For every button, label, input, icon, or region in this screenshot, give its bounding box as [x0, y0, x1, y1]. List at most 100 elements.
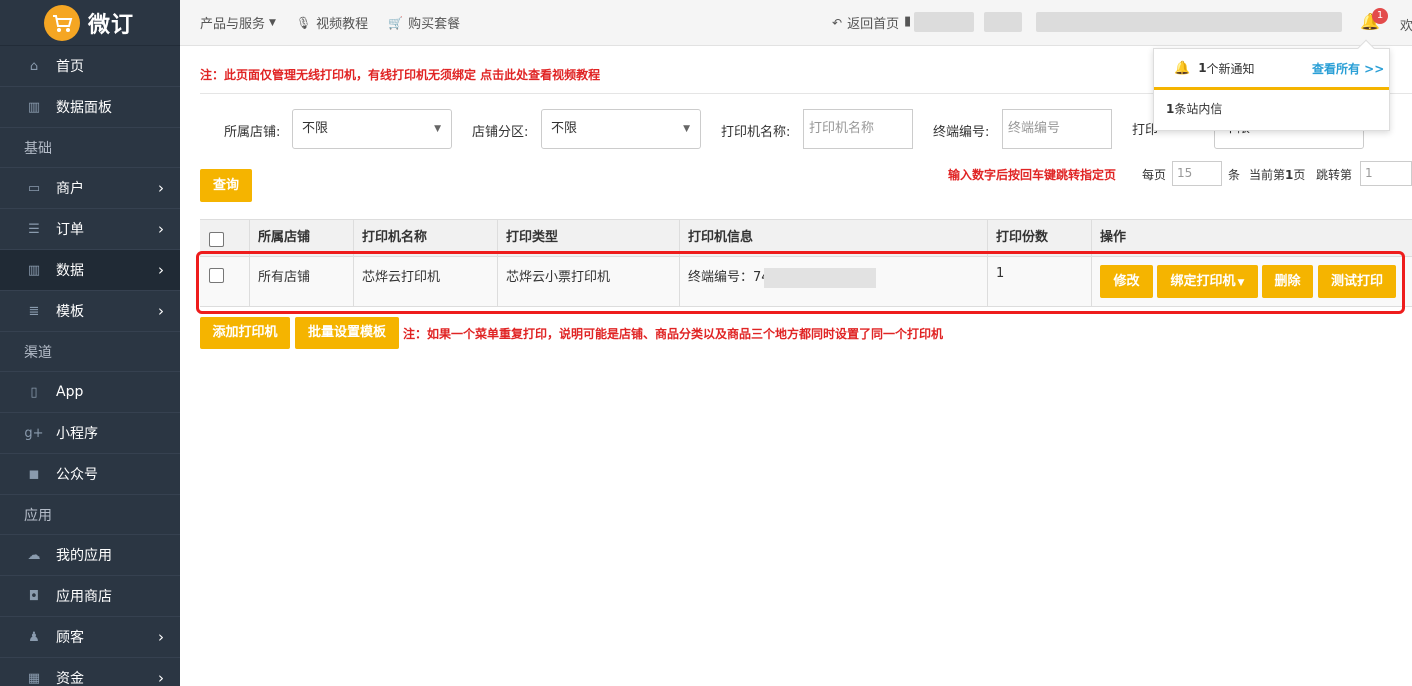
sidebar-item-label: 我的应用	[56, 548, 112, 564]
chevron-right-icon: ›	[158, 669, 164, 686]
sidebar-section: 基础	[0, 128, 180, 168]
notification-header: 🔔 1 个新通知 查看所有 >>	[1154, 49, 1389, 90]
printer-name-label: 打印机名称:	[721, 125, 791, 140]
caret-down-icon: ▼	[683, 124, 690, 134]
zone-select-value: 不限	[551, 121, 578, 136]
buy-package-label: 购买套餐	[408, 17, 461, 32]
chevron-right-icon: ›	[158, 220, 164, 238]
sidebar-item[interactable]: ◼ 公众号	[0, 454, 180, 495]
caret-down-icon: ▼	[434, 124, 441, 134]
sidebar-item-label: 商户	[56, 181, 84, 197]
chevron-right-icon: ›	[158, 302, 164, 320]
sidebar-item-label: 数据	[56, 263, 84, 279]
notification-bell[interactable]: 🔔 1	[1360, 8, 1388, 34]
laptop-icon: ▭	[27, 180, 41, 196]
sidebar-item[interactable]: ≣ 模板 ›	[0, 291, 180, 332]
sidebar-section: 应用	[0, 495, 180, 535]
store-select-value: 不限	[302, 121, 329, 136]
video-tutorial-label: 视频教程	[316, 17, 369, 32]
store-select[interactable]: 不限 ▼	[292, 109, 452, 149]
list-alt-icon: ≣	[28, 303, 40, 319]
buy-package-link[interactable]: 🛒 购买套餐	[388, 13, 461, 33]
zone-select[interactable]: 不限 ▼	[541, 109, 701, 149]
cart-logo-icon	[44, 4, 80, 41]
sidebar-item[interactable]: ☁ 我的应用	[0, 535, 180, 576]
notification-dropdown: 🔔 1 个新通知 查看所有 >> 1条站内信	[1153, 39, 1390, 131]
microphone-icon: 🎙	[295, 15, 312, 30]
chevron-right-icon: ›	[158, 261, 164, 279]
sidebar-item-label: 应用商店	[56, 589, 112, 605]
cart-icon: 🛒	[388, 15, 404, 30]
sidebar-item[interactable]: g+ 小程序	[0, 413, 180, 454]
pager-hint: 输入数字后按回车键跳转指定页	[948, 168, 1117, 182]
sidebar-item[interactable]: ▦ 资金 ›	[0, 658, 180, 686]
current-page-info: 当前第1页	[1249, 166, 1305, 183]
sidebar-item[interactable]: ▥ 数据 ›	[0, 250, 180, 291]
printer-name-input[interactable]: 打印机名称	[803, 109, 913, 149]
reply-arrow-icon: ↶	[832, 15, 843, 30]
highlight-annotation-box	[196, 251, 1405, 314]
brand-logo[interactable]: 微订	[0, 0, 180, 46]
bell-icon: 🔔	[1174, 60, 1191, 76]
sidebar-item[interactable]: ♟ 顾客 ›	[0, 617, 180, 658]
redacted-account-info	[914, 12, 974, 32]
store-filter-label: 所属店铺:	[224, 125, 281, 140]
add-printer-button[interactable]: 添加打印机	[200, 317, 290, 349]
terminal-number-label: 终端编号:	[933, 125, 990, 140]
redacted-account-info-2	[984, 12, 1022, 32]
view-all-link[interactable]: 查看所有 >>	[1312, 60, 1384, 77]
new-notice-label: 个新通知	[1206, 61, 1255, 76]
batch-template-button[interactable]: 批量设置模板	[295, 317, 399, 349]
welcome-text: 欢	[1400, 19, 1412, 34]
message-label: 条站内信	[1174, 102, 1223, 116]
bar-chart-icon: ▥	[27, 99, 41, 115]
sidebar: 微订 ⌂ 首页 ▥ 数据面板 基础 ▭ 商户 › ☰ 订单 › ▥ 数据 › ≣ 模板 › 渠道 ▯ App g+ 小程序…	[0, 0, 180, 686]
chevron-right-icon: ›	[158, 179, 164, 197]
per-page-label: 每页	[1142, 168, 1167, 182]
jump-page-input[interactable]: 1	[1360, 161, 1412, 186]
sidebar-item-label: App	[56, 384, 84, 400]
chevron-right-icon: ›	[158, 628, 164, 646]
sidebar-item[interactable]: ◘ 应用商店	[0, 576, 180, 617]
products-label: 产品与服务	[200, 17, 266, 32]
query-button[interactable]: 查询	[200, 169, 252, 202]
tablet-icon: ▯	[30, 384, 38, 400]
home-icon: ⌂	[29, 58, 39, 74]
sidebar-item-label: 订单	[56, 222, 84, 238]
google-plus-icon: g+	[24, 425, 44, 441]
caret-down-icon: ▼	[269, 17, 276, 28]
sidebar-item[interactable]: ▥ 数据面板	[0, 87, 180, 128]
wireless-printer-notice[interactable]: 注：此页面仅管理无线打印机，有线打印机无须绑定 点击此处查看视频教程	[200, 66, 600, 83]
sidebar-item-label: 模板	[56, 304, 84, 320]
terminal-number-input[interactable]: 终端编号	[1002, 109, 1112, 149]
video-tutorial-link[interactable]: 🎙 视频教程	[295, 13, 369, 33]
list-icon: ☰	[28, 221, 40, 237]
back-home-link[interactable]: ↶ 返回首页	[832, 13, 899, 33]
redacted-account-info-3	[1036, 12, 1342, 32]
sidebar-item-label: 小程序	[56, 426, 98, 442]
current-page-prefix: 当前第	[1249, 168, 1286, 182]
sidebar-item[interactable]: ☰ 订单 ›	[0, 209, 180, 250]
users-icon: ♟	[28, 629, 40, 645]
zone-filter-label: 店铺分区:	[472, 125, 529, 140]
sidebar-item[interactable]: ▭ 商户 ›	[0, 168, 180, 209]
cloud-icon: ☁	[27, 547, 41, 563]
sidebar-item-label: 公众号	[56, 467, 98, 483]
shield-icon: ▮	[904, 14, 912, 29]
sidebar-item-label: 顾客	[56, 630, 84, 646]
current-page-suffix: 页	[1293, 168, 1306, 182]
message-item[interactable]: 1条站内信	[1154, 90, 1389, 117]
sidebar-item[interactable]: ▯ App	[0, 372, 180, 413]
notification-count: 1	[1198, 61, 1207, 75]
select-all-checkbox[interactable]	[209, 232, 224, 247]
cup-icon: ◘	[28, 588, 40, 604]
notification-badge: 1	[1372, 8, 1388, 24]
sidebar-section: 渠道	[0, 332, 180, 372]
sidebar-item[interactable]: ⌂ 首页	[0, 46, 180, 87]
bar-chart-icon: ▥	[27, 262, 41, 278]
per-page-input[interactable]: 15	[1172, 161, 1222, 186]
per-page-unit: 条	[1228, 168, 1241, 182]
products-menu[interactable]: 产品与服务 ▼	[200, 13, 276, 32]
comments-icon: ◼	[28, 466, 40, 482]
sidebar-item-label: 首页	[56, 59, 84, 75]
